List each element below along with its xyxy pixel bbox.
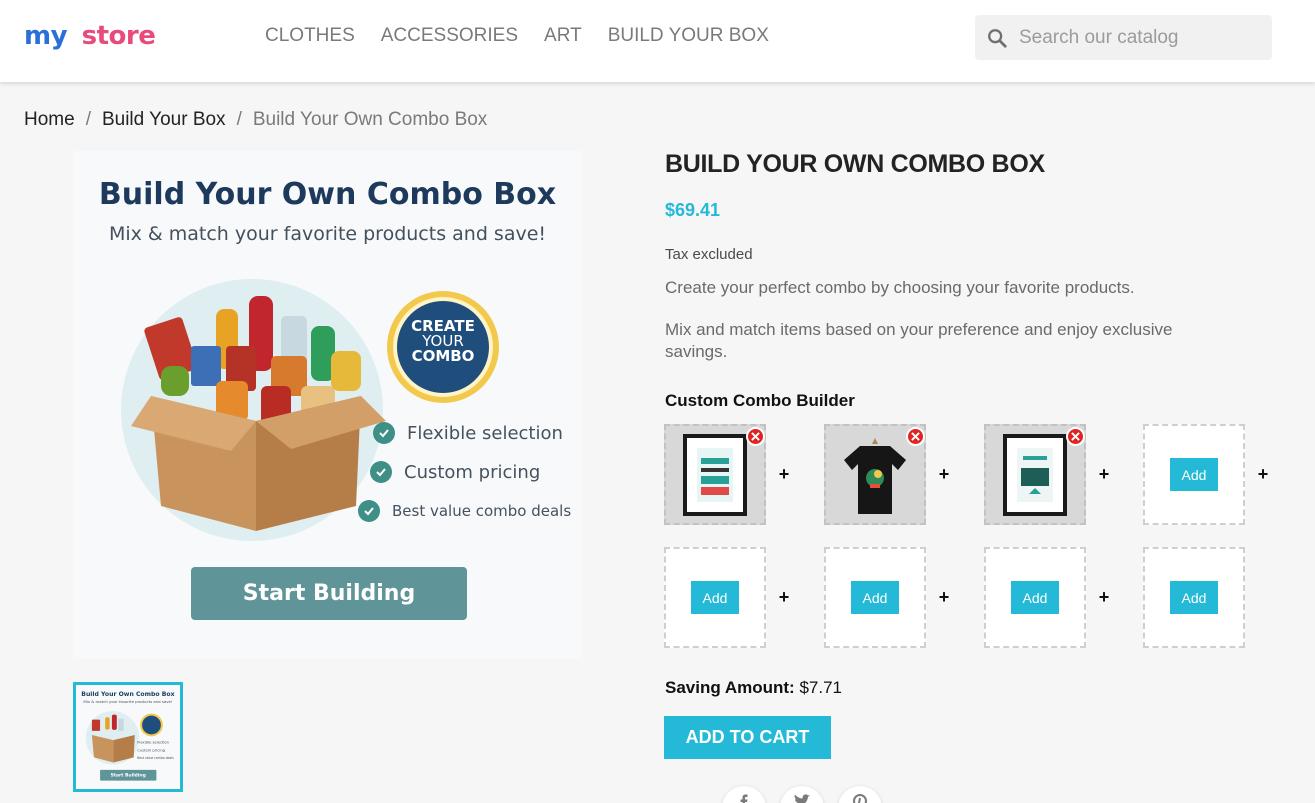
store-logo[interactable]: my store: [24, 18, 156, 54]
grocery-box-illustration: [131, 296, 386, 531]
search-icon[interactable]: [975, 15, 1019, 60]
product-price: $69.41: [665, 200, 721, 220]
start-building-button: Start Building: [191, 567, 467, 620]
combo-slot-5: Add: [664, 547, 766, 648]
combo-slot-4: Add: [1143, 424, 1245, 525]
plus-sign: +: [938, 464, 950, 484]
feature-label: Best value combo deals: [392, 502, 572, 520]
remove-item-icon[interactable]: [906, 427, 925, 446]
saving-amount: Saving Amount: $7.71: [665, 678, 842, 698]
thumb-feature: Best value combo deals: [137, 756, 174, 760]
thumb-badge-icon: [140, 713, 163, 737]
product-description-line1: Create your perfect combo by choosing yo…: [665, 278, 1135, 297]
product-description-line2: Mix and match items based on your prefer…: [665, 320, 1173, 361]
pinterest-icon[interactable]: [838, 786, 882, 803]
check-icon: [373, 422, 395, 444]
feature-flexible-selection: Flexible selection: [373, 422, 563, 444]
feature-custom-pricing: Custom pricing: [370, 461, 540, 483]
combo-builder-title: Custom Combo Builder: [665, 391, 855, 410]
plus-sign: +: [778, 464, 790, 484]
thumb-title: Build Your Own Combo Box: [81, 690, 175, 698]
breadcrumb-separator: /: [85, 109, 91, 130]
remove-item-icon[interactable]: [746, 427, 765, 446]
breadcrumb: Home / Build Your Box / Build Your Own C…: [24, 108, 487, 132]
promo-title: Build Your Own Combo Box: [98, 177, 557, 212]
search-box: [975, 15, 1272, 60]
plus-sign: +: [1098, 464, 1110, 484]
thumb-subtitle: Mix & match your favorite products and s…: [83, 699, 173, 705]
black-tshirt-icon: [844, 437, 906, 514]
combo-slot-3[interactable]: [984, 424, 1086, 525]
breadcrumb-current: Build Your Own Combo Box: [252, 109, 488, 130]
site-header: my store CLOTHES ACCESSORIES ART BUILD Y…: [0, 0, 1315, 82]
poster-adventure-begins-icon: [1003, 433, 1067, 516]
add-item-button[interactable]: Add: [1011, 581, 1059, 614]
badge-text: CREATE YOUR COMBO: [385, 319, 501, 364]
logo-text-store: store: [81, 21, 156, 51]
feature-label: Custom pricing: [404, 461, 541, 483]
badge-line-combo: COMBO: [411, 347, 475, 365]
breadcrumb-home[interactable]: Home: [24, 108, 75, 132]
product-main-image[interactable]: Build Your Own Combo Box Mix & match you…: [73, 151, 582, 659]
feature-label: Flexible selection: [407, 422, 563, 444]
product-title: BUILD YOUR OWN COMBO BOX: [665, 150, 1045, 178]
main-nav: CLOTHES ACCESSORIES ART BUILD YOUR BOX: [265, 24, 795, 48]
tax-label: Tax excluded: [665, 246, 753, 263]
nav-clothes[interactable]: CLOTHES: [265, 24, 355, 48]
remove-item-icon[interactable]: [1066, 427, 1085, 446]
add-to-cart-button[interactable]: ADD TO CART: [664, 716, 831, 759]
promo-subtitle: Mix & match your favorite products and s…: [108, 223, 547, 245]
add-item-button[interactable]: Add: [851, 581, 899, 614]
product-thumbnail[interactable]: Build Your Own Combo Box Mix & match you…: [73, 682, 183, 792]
facebook-icon[interactable]: [722, 786, 766, 803]
plus-sign: +: [1257, 464, 1269, 484]
thumb-box-illustration: [91, 714, 135, 763]
poster-best-is-yet-to-come-icon: [683, 433, 747, 516]
nav-accessories[interactable]: ACCESSORIES: [381, 24, 518, 48]
breadcrumb-build-your-box[interactable]: Build Your Box: [102, 108, 226, 132]
thumb-feature: Flexible selection: [137, 740, 170, 745]
check-icon: [358, 500, 380, 522]
search-input[interactable]: [1019, 26, 1259, 49]
thumb-feature: Custom pricing: [137, 748, 165, 753]
combo-slot-8: Add: [1143, 547, 1245, 648]
breadcrumb-separator: /: [236, 109, 242, 130]
logo-text-my: my: [24, 21, 68, 51]
plus-sign: +: [938, 587, 950, 607]
saving-value: $7.71: [799, 678, 842, 697]
combo-slot-2[interactable]: [824, 424, 926, 525]
thumbnail-preview: Build Your Own Combo Box Mix & match you…: [76, 685, 180, 789]
saving-label: Saving Amount:: [665, 678, 795, 697]
nav-build-your-box[interactable]: BUILD YOUR BOX: [608, 24, 769, 48]
plus-sign: +: [1098, 587, 1110, 607]
nav-art[interactable]: ART: [544, 24, 582, 48]
combo-slot-6: Add: [824, 547, 926, 648]
add-item-button[interactable]: Add: [1170, 581, 1218, 614]
combo-slot-1[interactable]: [664, 424, 766, 525]
thumb-start-button: Start Building: [100, 769, 157, 781]
check-icon: [370, 461, 392, 483]
feature-best-value: Best value combo deals: [358, 500, 571, 522]
twitter-icon[interactable]: [780, 786, 824, 803]
combo-slot-7: Add: [984, 547, 1086, 648]
plus-sign: +: [778, 587, 790, 607]
add-item-button[interactable]: Add: [691, 581, 739, 614]
add-item-button[interactable]: Add: [1170, 458, 1218, 491]
